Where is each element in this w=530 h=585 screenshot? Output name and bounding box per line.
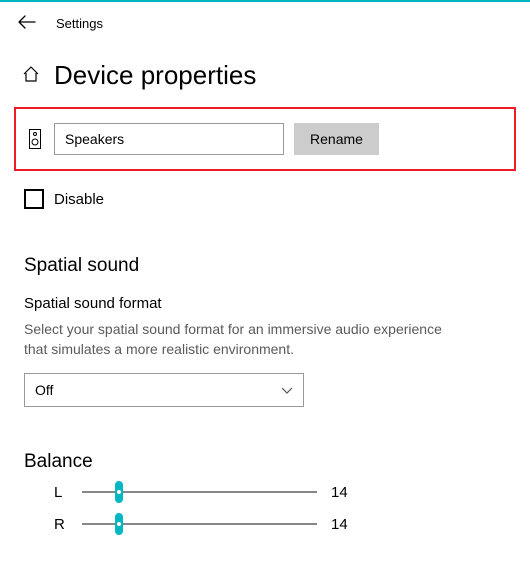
rename-section: Rename [14,107,516,171]
page-heading-row: Device properties [0,42,530,101]
device-name-input[interactable] [54,123,284,155]
spatial-sound-title: Spatial sound [0,209,530,277]
titlebar: Settings [0,2,530,42]
rename-button[interactable]: Rename [294,123,379,155]
spatial-format-label: Spatial sound format [0,277,530,312]
speaker-icon [26,129,44,149]
balance-right-slider[interactable] [82,515,317,533]
balance-right-value: 14 [331,516,361,533]
balance-left-label: L [54,484,68,501]
back-icon[interactable] [18,14,36,32]
balance-left-slider[interactable] [82,483,317,501]
slider-thumb[interactable] [115,481,123,503]
disable-row: Disable [0,171,530,209]
dropdown-value: Off [35,382,53,398]
balance-row-right: R 14 [54,515,506,533]
slider-thumb[interactable] [115,513,123,535]
window-title: Settings [56,16,103,31]
balance-left-value: 14 [331,484,361,501]
disable-checkbox[interactable] [24,189,44,209]
spatial-format-dropdown[interactable]: Off [24,373,304,407]
balance-right-label: R [54,516,68,533]
balance-row-left: L 14 [54,483,506,501]
page-title: Device properties [54,60,256,91]
disable-label: Disable [54,191,104,208]
home-icon[interactable] [22,65,40,87]
spatial-help-text: Select your spatial sound format for an … [0,312,480,359]
balance-section: Balance L 14 R 14 [0,407,530,533]
balance-title: Balance [24,451,506,473]
chevron-down-icon [281,382,293,398]
